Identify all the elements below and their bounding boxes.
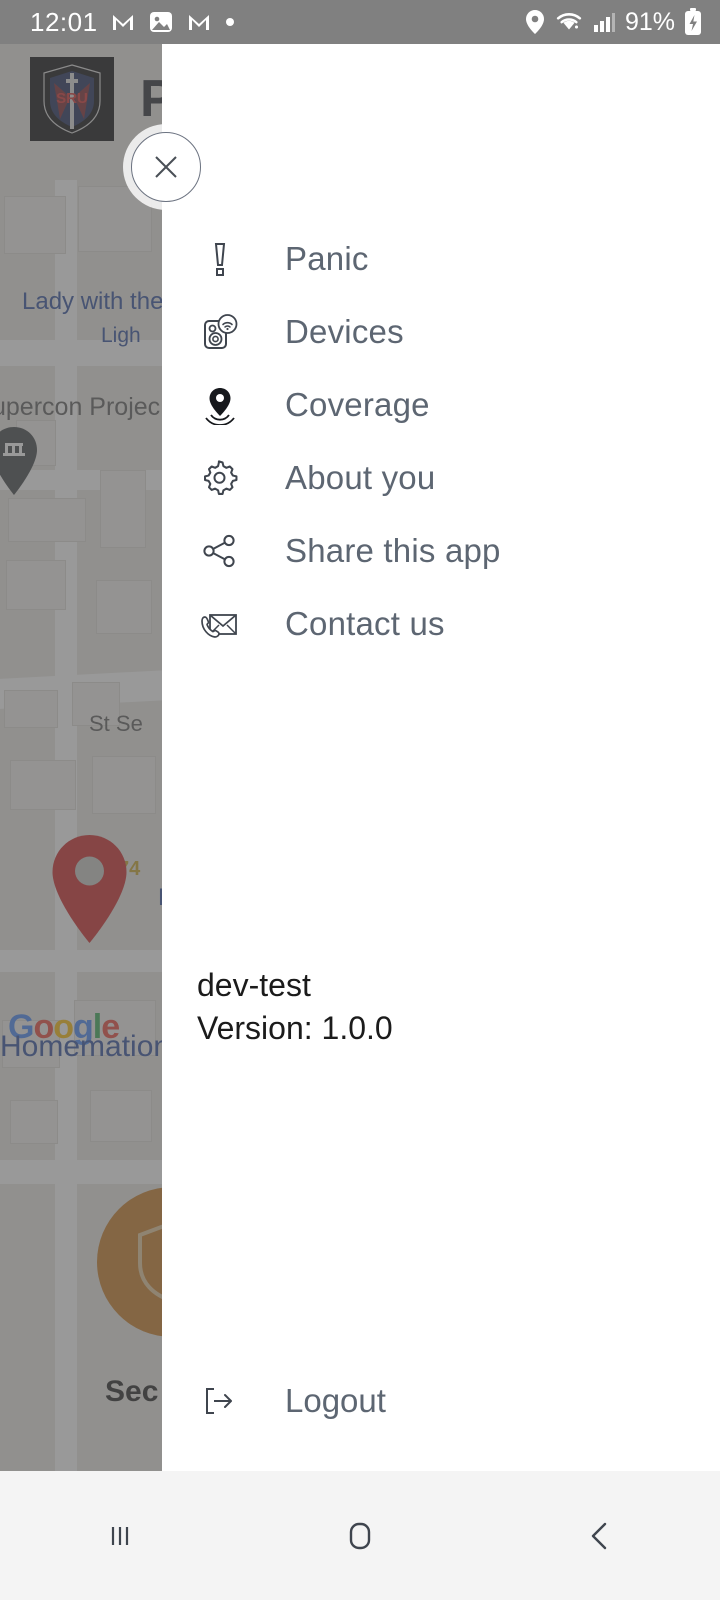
system-navigation-bar <box>0 1471 720 1600</box>
status-bar: 12:01 91% <box>0 0 720 44</box>
drawer-menu-list: Panic Devices Coverage About you Share t… <box>162 222 720 660</box>
menu-item-label: About you <box>285 458 436 496</box>
photos-icon <box>148 9 174 35</box>
menu-item-label: Share this app <box>285 531 501 569</box>
location-icon <box>524 9 546 35</box>
notification-dot-icon <box>224 16 236 28</box>
logout-label: Logout <box>285 1381 386 1419</box>
wifi-icon <box>555 9 583 35</box>
status-bar-left: 12:01 <box>30 7 236 38</box>
home-icon <box>349 1522 371 1549</box>
menu-item-contact-us[interactable]: Contact us <box>162 587 720 660</box>
devices-wifi-icon <box>197 309 243 355</box>
menu-item-devices[interactable]: Devices <box>162 295 720 368</box>
version-block: dev-test Version: 1.0.0 <box>197 964 393 1049</box>
menu-item-label: Panic <box>285 239 369 277</box>
menu-item-label: Coverage <box>285 385 430 423</box>
coverage-pin-icon <box>197 382 243 428</box>
back-icon <box>591 1522 607 1549</box>
navigation-drawer: Panic Devices Coverage About you Share t… <box>162 44 720 1471</box>
menu-item-label: Contact us <box>285 604 445 642</box>
gmail-icon <box>110 9 136 35</box>
menu-item-panic[interactable]: Panic <box>162 222 720 295</box>
mail-phone-icon <box>197 601 243 647</box>
home-button[interactable] <box>240 1471 480 1600</box>
recents-button[interactable] <box>0 1471 240 1600</box>
phone-screen: Lady with the Ligh upercon Projec St Se … <box>0 0 720 1600</box>
gear-icon <box>197 455 243 501</box>
version-label: Version: 1.0.0 <box>197 1009 393 1046</box>
environment-label: dev-test <box>197 967 311 1003</box>
close-drawer-button[interactable] <box>131 132 201 202</box>
battery-percentage-label: 91% <box>624 7 675 36</box>
logout-icon <box>197 1378 243 1424</box>
close-icon <box>155 156 177 178</box>
menu-item-about-you[interactable]: About you <box>162 441 720 514</box>
menu-item-label: Devices <box>285 312 404 350</box>
logout-button[interactable]: Logout <box>162 1364 720 1437</box>
status-bar-clock: 12:01 <box>30 6 98 37</box>
share-icon <box>197 528 243 574</box>
cellular-signal-icon <box>592 10 616 34</box>
battery-charging-icon <box>684 8 702 36</box>
gmail-icon-2 <box>186 9 212 35</box>
menu-item-share-this-app[interactable]: Share this app <box>162 514 720 587</box>
recents-icon <box>111 1526 129 1545</box>
menu-item-coverage[interactable]: Coverage <box>162 368 720 441</box>
back-button[interactable] <box>480 1471 720 1600</box>
status-bar-right: 91% <box>524 8 702 37</box>
exclamation-icon <box>197 236 243 282</box>
